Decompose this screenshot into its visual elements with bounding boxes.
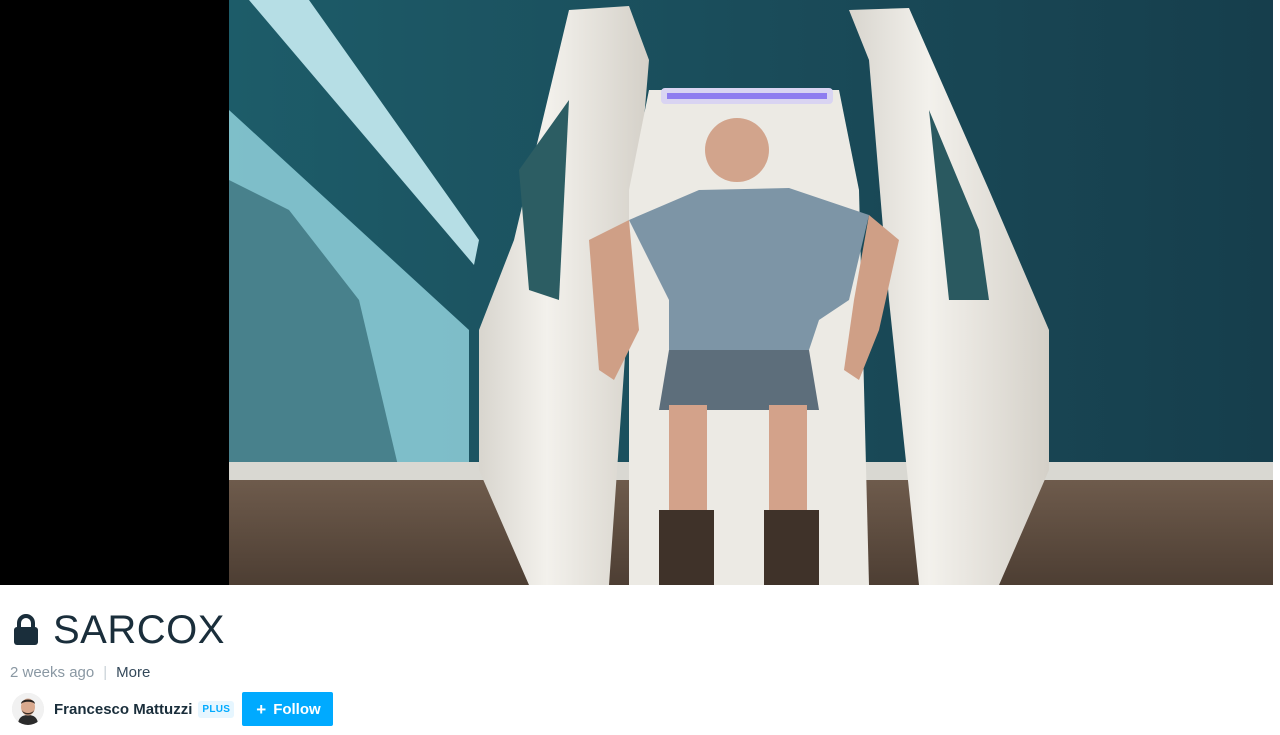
video-still (229, 0, 1273, 585)
lock-icon (12, 613, 40, 647)
more-link[interactable]: More (116, 664, 150, 681)
upload-date: 2 weeks ago (10, 663, 95, 681)
meta-row: 2 weeks ago | More (10, 662, 150, 682)
author-name[interactable]: Francesco Mattuzzi (54, 701, 192, 718)
follow-label: Follow (273, 700, 321, 718)
avatar[interactable] (12, 693, 44, 725)
meta-separator: | (103, 663, 108, 681)
follow-button[interactable]: + Follow (242, 692, 333, 726)
video-title: SARCOX (53, 608, 225, 652)
title-row: SARCOX (12, 606, 225, 654)
author-row: Francesco Mattuzzi PLUS + Follow (12, 690, 333, 728)
plus-icon: + (256, 699, 267, 719)
video-player[interactable] (0, 0, 1280, 585)
video-frame[interactable] (229, 0, 1273, 585)
player-right-edge (1273, 0, 1280, 585)
plus-badge: PLUS (198, 700, 235, 718)
